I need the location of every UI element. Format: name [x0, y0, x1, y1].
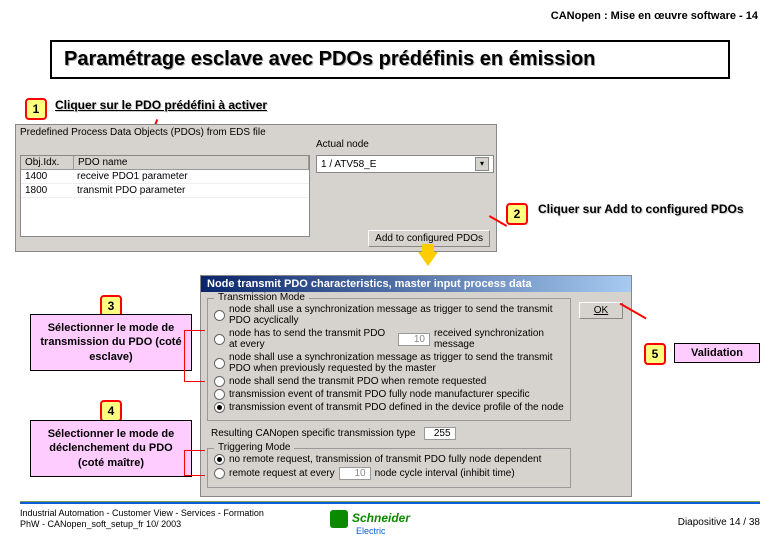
cell-idx: 1800: [21, 184, 73, 197]
actual-node-dropdown[interactable]: 1 / ATV58_E ▾: [316, 155, 494, 173]
result-label: Resulting CANopen specific transmission …: [211, 428, 416, 439]
dialog-title: Node transmit PDO characteristics, maste…: [201, 276, 631, 292]
schneider-logo: Schneider Electric: [330, 510, 410, 536]
pdo-characteristics-dialog: Node transmit PDO characteristics, maste…: [200, 275, 632, 497]
triggering-mode-label: Triggering Mode: [214, 442, 294, 453]
result-value: 255: [424, 427, 456, 440]
actual-node-value: 1 / ATV58_E: [321, 159, 376, 170]
tm-option-6[interactable]: transmission event of transmit PDO defin…: [214, 401, 564, 414]
col-objidx: Obj.Idx.: [21, 156, 74, 169]
step-4-text: Sélectionner le mode de déclenchement du…: [30, 420, 192, 477]
step-1-badge: 1: [25, 98, 47, 120]
pdo-table: Obj.Idx. PDO name 1400 receive PDO1 para…: [20, 155, 310, 237]
flow-arrow-icon: [418, 252, 438, 266]
step-1-text: Cliquer sur le PDO prédéfini à activer: [55, 98, 267, 112]
slide-title: Paramétrage esclave avec PDOs prédéfinis…: [50, 40, 730, 79]
chevron-down-icon: ▾: [475, 157, 489, 171]
transmission-mode-label: Transmission Mode: [214, 292, 309, 303]
tm-option-2[interactable]: node has to send the transmit PDO at eve…: [214, 327, 564, 351]
step-3-text: Sélectionner le mode de transmission du …: [30, 314, 192, 371]
cell-idx: 1400: [21, 170, 73, 183]
cell-name: transmit PDO parameter: [73, 184, 189, 197]
ok-button[interactable]: OK: [579, 302, 623, 319]
bracket-step4: [184, 450, 205, 476]
table-row[interactable]: 1400 receive PDO1 parameter: [21, 170, 309, 184]
footer-left: Industrial Automation - Customer View - …: [20, 508, 264, 530]
actual-node-label: Actual node: [316, 139, 369, 150]
step-5-text: Validation: [674, 343, 760, 363]
eds-panel: Predefined Process Data Objects (PDOs) f…: [15, 124, 497, 252]
tm-option-5[interactable]: transmission event of transmit PDO fully…: [214, 388, 564, 401]
step-2-badge: 2: [506, 203, 528, 225]
slide-header: CANopen : Mise en œuvre software - 14: [551, 10, 758, 22]
table-row[interactable]: 1800 transmit PDO parameter: [21, 184, 309, 198]
tm-option-3[interactable]: node shall use a synchronization message…: [214, 351, 564, 375]
page-number: Diapositive 14 / 38: [678, 517, 760, 528]
bracket-step3: [184, 330, 205, 382]
divider: [20, 502, 760, 504]
trg-option-1[interactable]: no remote request, transmission of trans…: [214, 453, 564, 466]
col-pdoname: PDO name: [74, 156, 309, 169]
step-4-badge: 4: [100, 400, 122, 422]
step-2-text: Cliquer sur Add to configured PDOs: [538, 202, 744, 216]
step-5-badge: 5: [644, 343, 666, 365]
trg-option-2[interactable]: remote request at every10node cycle inte…: [214, 466, 564, 481]
tm-option-1[interactable]: node shall use a synchronization message…: [214, 303, 564, 327]
tm-option-4[interactable]: node shall send the transmit PDO when re…: [214, 375, 564, 388]
cell-name: receive PDO1 parameter: [73, 170, 192, 183]
eds-panel-label: Predefined Process Data Objects (PDOs) f…: [16, 125, 496, 140]
